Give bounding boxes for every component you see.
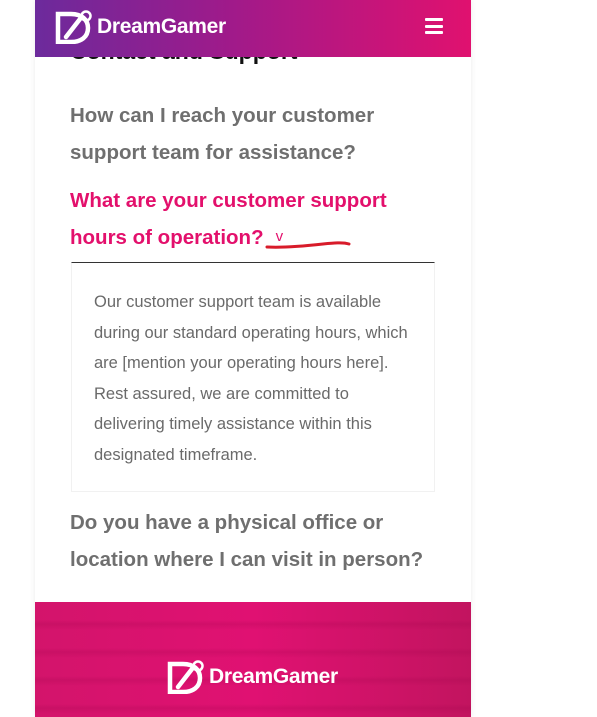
faq-question-2[interactable]: What are your customer support hours of … xyxy=(70,183,410,258)
red-annotation-underline xyxy=(265,241,351,249)
dg-logo-icon xyxy=(167,660,204,694)
brand-name: DreamGamer xyxy=(97,15,226,38)
footer-brand-name: DreamGamer xyxy=(209,665,338,688)
faq-question-1[interactable]: How can I reach your customer support te… xyxy=(70,98,410,171)
faq-answer-text: Our customer support team is available d… xyxy=(94,293,408,464)
faq-question-3[interactable]: Do you have a physical office or locatio… xyxy=(70,505,450,578)
dg-logo-icon xyxy=(55,10,92,44)
faq-answer-panel: Our customer support team is available d… xyxy=(71,262,435,492)
footer: DreamGamer xyxy=(35,602,471,717)
footer-logo[interactable]: DreamGamer xyxy=(167,660,338,694)
top-navbar: DreamGamer xyxy=(35,0,471,57)
hamburger-menu-icon[interactable] xyxy=(425,18,443,34)
header-logo[interactable]: DreamGamer xyxy=(55,10,226,44)
mobile-page: DreamGamer Contact and Support How can I… xyxy=(35,0,471,717)
